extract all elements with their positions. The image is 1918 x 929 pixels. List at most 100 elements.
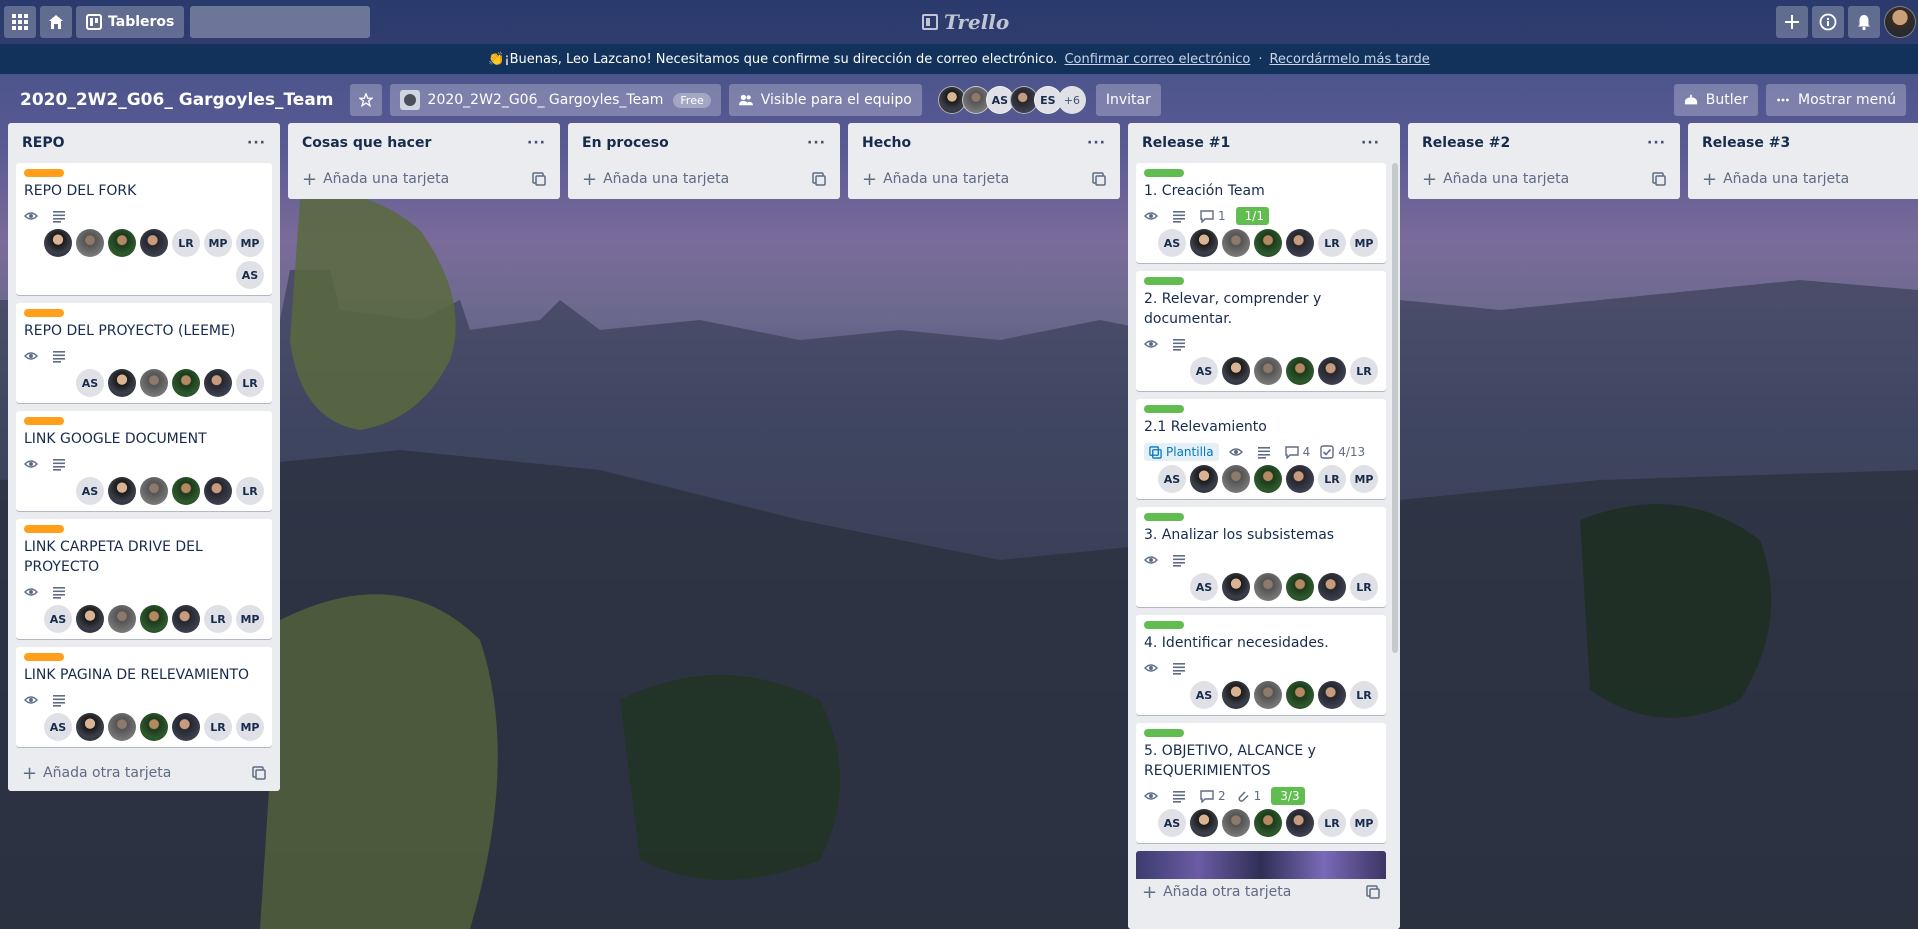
member-avatar[interactable]	[1254, 681, 1282, 709]
member-avatar[interactable]	[76, 713, 104, 741]
add-card-button[interactable]: + Añada una tarjeta	[296, 163, 552, 195]
member-avatar[interactable]	[1254, 809, 1282, 837]
member-avatar[interactable]: LR	[1318, 809, 1346, 837]
member-avatar[interactable]	[108, 369, 136, 397]
add-card-button[interactable]: + Añada una tarjeta	[1416, 163, 1672, 195]
member-avatar[interactable]	[1254, 465, 1282, 493]
member-avatar[interactable]	[140, 605, 168, 633]
member-avatar[interactable]: MP	[1350, 229, 1378, 257]
member-avatar[interactable]	[1286, 465, 1314, 493]
member-avatar[interactable]	[1254, 357, 1282, 385]
member-avatar[interactable]	[108, 229, 136, 257]
list-header[interactable]: En proceso ···	[576, 123, 832, 163]
list-card[interactable]: 5. OBJETIVO, ALCANCE y REQUERIMIENTOS 2 1 3…	[1136, 723, 1386, 843]
list-card[interactable]: LINK PAGINA DE RELEVAMIENTO AS LR MP	[16, 647, 272, 747]
list-card[interactable]: 2. Relevar, comprender y documentar. AS LR	[1136, 271, 1386, 391]
member-avatar[interactable]	[44, 229, 72, 257]
member-avatar[interactable]	[1190, 229, 1218, 257]
member-avatar[interactable]: LR	[1318, 229, 1346, 257]
create-button[interactable]	[1776, 6, 1808, 38]
list-menu-icon[interactable]: ···	[247, 135, 266, 151]
user-avatar[interactable]	[1884, 6, 1916, 38]
add-card-button[interactable]: + Añada una tarjeta	[576, 163, 832, 195]
member-avatar[interactable]: MP	[1350, 465, 1378, 493]
card-label-orange[interactable]	[24, 653, 64, 661]
list-header[interactable]: Cosas que hacer ···	[296, 123, 552, 163]
member-avatar[interactable]	[1190, 465, 1218, 493]
list-title[interactable]: Cosas que hacer	[302, 135, 431, 151]
member-avatar[interactable]	[1222, 681, 1250, 709]
member-avatar[interactable]: MP	[236, 713, 264, 741]
card-label-green[interactable]	[1144, 513, 1184, 521]
member-avatar[interactable]: AS	[76, 477, 104, 505]
member-avatar[interactable]	[172, 369, 200, 397]
card-template-icon[interactable]	[252, 766, 266, 780]
boards-button[interactable]: Tableros	[76, 6, 185, 38]
member-avatar[interactable]: MP	[236, 229, 264, 257]
info-button[interactable]	[1812, 6, 1844, 38]
member-avatar[interactable]: AS	[44, 713, 72, 741]
butler-button[interactable]: Butler	[1673, 84, 1759, 116]
member-avatar[interactable]	[1254, 573, 1282, 601]
member-avatar[interactable]	[1286, 357, 1314, 385]
list-card[interactable]: LINK GOOGLE DOCUMENT AS LR	[16, 411, 272, 511]
member-avatar[interactable]: AS	[44, 605, 72, 633]
member-avatar[interactable]	[1222, 357, 1250, 385]
add-card-button[interactable]: + Añada una tarjeta	[856, 163, 1112, 195]
card-label-green[interactable]	[1144, 169, 1184, 177]
card-label-green[interactable]	[1144, 277, 1184, 285]
member-avatar[interactable]	[1286, 229, 1314, 257]
member-avatar[interactable]	[140, 477, 168, 505]
list-scrollbar[interactable]	[1392, 163, 1398, 653]
card-label-orange[interactable]	[24, 525, 64, 533]
member-avatar[interactable]	[108, 713, 136, 741]
list-header[interactable]: Release #2 ···	[1416, 123, 1672, 163]
list-menu-icon[interactable]: ···	[1647, 135, 1666, 151]
home-button[interactable]	[40, 6, 72, 38]
list-title[interactable]: REPO	[22, 135, 65, 151]
list-title[interactable]: Release #3	[1702, 135, 1790, 151]
card-template-icon[interactable]	[1366, 885, 1380, 899]
add-card-button[interactable]: + Añada una tarjeta	[1696, 163, 1910, 195]
member-avatar[interactable]: AS	[1190, 357, 1218, 385]
add-card-button[interactable]: + Añada otra tarjeta	[16, 755, 272, 791]
member-avatar[interactable]	[172, 713, 200, 741]
member-avatar[interactable]: LR	[204, 605, 232, 633]
member-avatar[interactable]	[1318, 681, 1346, 709]
card-template-icon[interactable]	[1652, 172, 1666, 186]
list-title[interactable]: Hecho	[862, 135, 911, 151]
search-box[interactable]	[183, 6, 371, 38]
confirm-email-link[interactable]: Confirmar correo electrónico	[1064, 52, 1250, 67]
invite-button[interactable]: Invitar	[1095, 84, 1161, 116]
member-avatar[interactable]	[76, 229, 104, 257]
list-menu-icon[interactable]: ···	[807, 135, 826, 151]
member-avatar[interactable]	[1318, 357, 1346, 385]
member-avatar[interactable]: LR	[204, 713, 232, 741]
member-avatar[interactable]	[1190, 809, 1218, 837]
member-avatar[interactable]: LR	[172, 229, 200, 257]
card-template-icon[interactable]	[1092, 172, 1106, 186]
list-card[interactable]: LINK CARPETA DRIVE DEL PROYECTO AS LR MP	[16, 519, 272, 639]
team-button[interactable]: 2020_2W2_G06_ Gargoyles_Team Free	[389, 84, 721, 116]
member-avatar[interactable]	[172, 477, 200, 505]
list-card[interactable]: 4. Identificar necesidades. AS LR	[1136, 615, 1386, 715]
list-menu-icon[interactable]: ···	[1361, 135, 1380, 151]
member-avatar[interactable]	[204, 477, 232, 505]
board-title[interactable]: 2020_2W2_G06_ Gargoyles_Team	[20, 90, 334, 110]
member-avatar[interactable]: AS	[1158, 229, 1186, 257]
list-card[interactable]: REPO DEL PROYECTO (LEEME) AS LR	[16, 303, 272, 403]
list-title[interactable]: Release #2	[1422, 135, 1510, 151]
list-menu-icon[interactable]: ···	[527, 135, 546, 151]
visibility-button[interactable]: Visible para el equipo	[728, 84, 922, 116]
member-avatar[interactable]	[1254, 229, 1282, 257]
member-avatar[interactable]	[1222, 465, 1250, 493]
member-avatar[interactable]: AS	[1190, 681, 1218, 709]
member-avatar[interactable]: MP	[1350, 809, 1378, 837]
list-menu-icon[interactable]: ···	[1087, 135, 1106, 151]
add-card-button[interactable]: + Añada otra tarjeta	[1136, 879, 1386, 905]
more-members-badge[interactable]: +6	[1057, 86, 1086, 114]
show-menu-button[interactable]: Mostrar menú	[1766, 84, 1906, 116]
member-avatar[interactable]: AS	[1190, 573, 1218, 601]
member-avatar[interactable]	[76, 605, 104, 633]
member-avatar[interactable]	[1222, 573, 1250, 601]
